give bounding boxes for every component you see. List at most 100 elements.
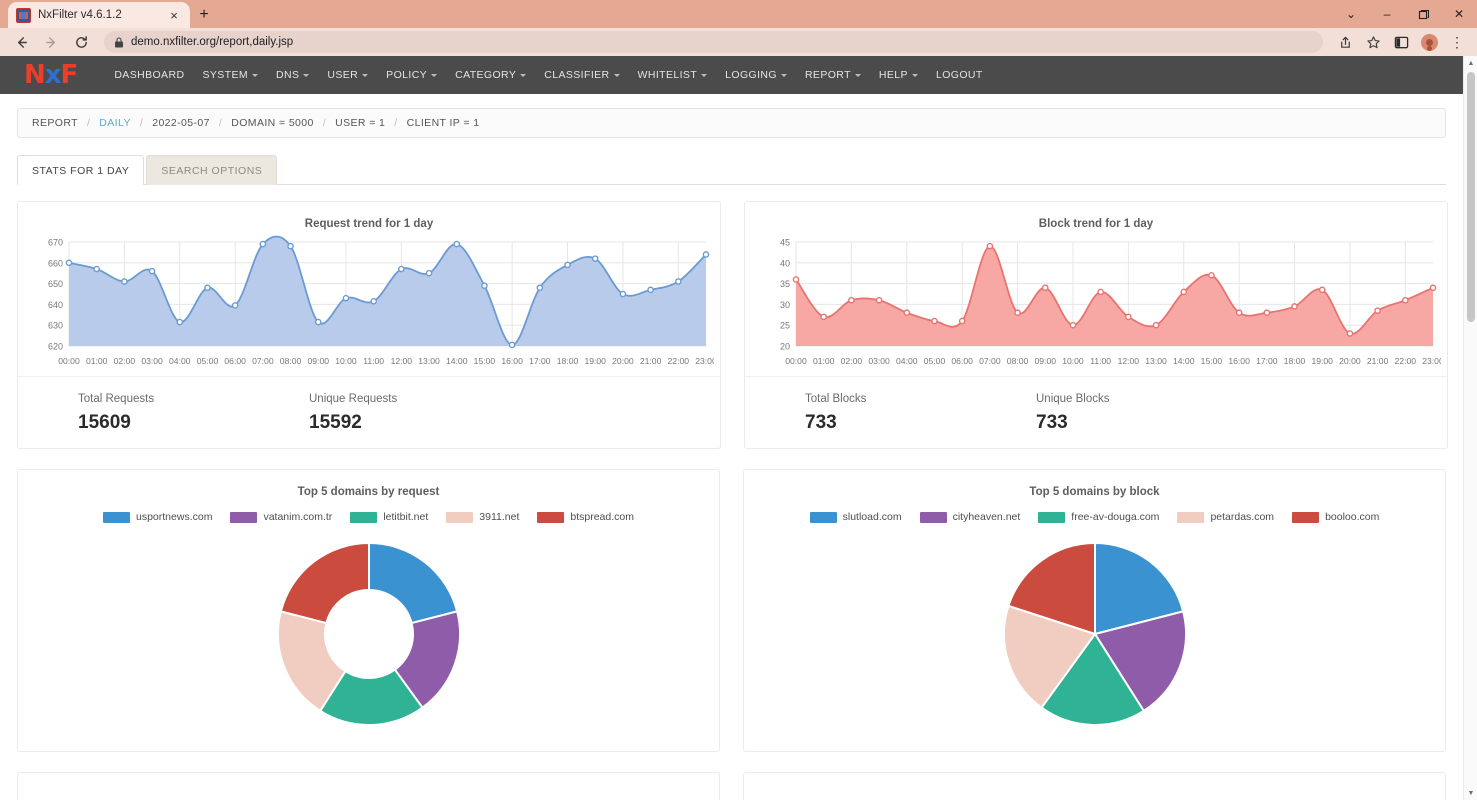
side-panel-icon[interactable] — [1389, 30, 1413, 54]
svg-text:17:00: 17:00 — [1256, 356, 1278, 366]
stat-total-blocks: Total Blocks 733 — [805, 393, 1036, 434]
close-tab-icon[interactable]: × — [166, 7, 182, 23]
svg-text:06:00: 06:00 — [224, 356, 246, 366]
nav-item-report[interactable]: REPORT — [796, 69, 870, 81]
legend-label: 3911.net — [479, 511, 520, 523]
legend-item[interactable]: free-av-douga.com — [1038, 511, 1159, 523]
tab-search-options[interactable]: SEARCH OPTIONS — [146, 155, 278, 185]
svg-text:00:00: 00:00 — [785, 356, 807, 366]
address-bar[interactable]: demo.nxfilter.org/report,daily.jsp — [104, 31, 1323, 53]
nav-item-user[interactable]: USER — [318, 69, 377, 81]
stat-value: 15592 — [309, 412, 362, 433]
nav-item-whitelist[interactable]: WHITELIST — [629, 69, 717, 81]
svg-text:20:00: 20:00 — [612, 356, 634, 366]
svg-text:630: 630 — [48, 321, 63, 331]
legend-swatch — [230, 511, 258, 523]
stat-value: 15609 — [78, 412, 131, 433]
app-navbar: NxF DASHBOARD SYSTEM DNS USER POLICY CAT… — [0, 56, 1463, 94]
svg-text:09:00: 09:00 — [308, 356, 330, 366]
legend-label: free-av-douga.com — [1071, 511, 1160, 523]
legend-item[interactable]: vatanim.com.tr — [230, 511, 332, 523]
top-domains-block-pie — [1002, 541, 1187, 726]
scrollbar-thumb[interactable] — [1467, 72, 1475, 322]
page-content: NxF DASHBOARD SYSTEM DNS USER POLICY CAT… — [0, 56, 1463, 800]
share-icon[interactable] — [1333, 30, 1357, 54]
card-top-domains-by-block: Top 5 domains by block slutload.com cityh… — [743, 469, 1446, 752]
nav-item-dashboard[interactable]: DASHBOARD — [105, 69, 193, 81]
nav-item-policy[interactable]: POLICY — [377, 69, 446, 81]
bookmark-star-icon[interactable] — [1361, 30, 1385, 54]
nav-item-system[interactable]: SYSTEM — [193, 69, 267, 81]
legend-label: booloo.com — [1325, 511, 1380, 523]
chevron-down-icon — [780, 73, 787, 77]
nav-item-logging[interactable]: LOGGING — [716, 69, 796, 81]
svg-text:640: 640 — [48, 300, 63, 310]
breadcrumb-item-domain[interactable]: DOMAIN = 5000 — [231, 117, 314, 129]
breadcrumb-item-user[interactable]: USER = 1 — [335, 117, 385, 129]
maximize-window-icon[interactable] — [1405, 0, 1441, 28]
legend-swatch — [446, 511, 474, 523]
legend-item[interactable]: usportnews.com — [103, 511, 212, 523]
svg-text:05:00: 05:00 — [924, 356, 946, 366]
svg-text:09:00: 09:00 — [1035, 356, 1057, 366]
svg-text:14:00: 14:00 — [1173, 356, 1195, 366]
stat-unique-requests: Unique Requests 15592 — [309, 393, 540, 434]
chevron-down-icon — [303, 73, 310, 77]
nav-item-classifier[interactable]: CLASSIFIER — [535, 69, 628, 81]
breadcrumb-separator: / — [139, 117, 144, 129]
svg-text:16:00: 16:00 — [501, 356, 523, 366]
category-charts-row: Top 5 categories by request Top 5 catego… — [0, 752, 1463, 800]
top-domains-block-title: Top 5 domains by block — [1029, 486, 1160, 498]
page-scrollbar[interactable]: ▲ ▼ — [1463, 56, 1477, 800]
legend-swatch — [1038, 511, 1066, 523]
close-window-icon[interactable]: ✕ — [1441, 0, 1477, 28]
legend-swatch — [1177, 511, 1205, 523]
legend-item[interactable]: cityheaven.net — [919, 511, 1020, 523]
legend-item[interactable]: btspread.com — [537, 511, 634, 523]
scroll-down-icon[interactable]: ▼ — [1464, 786, 1477, 800]
legend-item[interactable]: petardas.com — [1177, 511, 1274, 523]
tab-search-icon[interactable]: ⌄ — [1333, 0, 1369, 28]
svg-text:670: 670 — [48, 238, 63, 248]
legend-item[interactable]: letitbit.net — [350, 511, 428, 523]
scroll-up-icon[interactable]: ▲ — [1464, 56, 1477, 70]
svg-text:03:00: 03:00 — [868, 356, 890, 366]
nav-item-category[interactable]: CATEGORY — [446, 69, 535, 81]
svg-text:16:00: 16:00 — [1228, 356, 1250, 366]
tab-stats-for-1-day[interactable]: STATS FOR 1 DAY — [17, 155, 145, 186]
back-button[interactable] — [8, 30, 34, 54]
nxfilter-logo[interactable]: NxF — [24, 62, 78, 88]
nav-item-help[interactable]: HELP — [870, 69, 927, 81]
legend-item[interactable]: 3911.net — [446, 511, 519, 523]
request-trend-svg: 620 630 640 650 660 670 00:00 01:00 02:00 03:00 04… — [48, 235, 714, 366]
card-top-categories-by-block: Top 5 categories by block — [743, 772, 1446, 800]
svg-text:11:00: 11:00 — [363, 356, 384, 366]
legend-swatch — [350, 511, 378, 523]
legend-item[interactable]: booloo.com — [1292, 511, 1379, 523]
block-trend-svg: 20 25 30 35 40 45 00:00 01:00 02:00 03:00 04:00 05:… — [780, 238, 1441, 367]
profile-avatar[interactable] — [1417, 30, 1441, 54]
nav-item-dns[interactable]: DNS — [267, 69, 318, 81]
breadcrumb-item-client-ip[interactable]: CLIENT IP = 1 — [407, 117, 480, 129]
breadcrumb-item-report[interactable]: REPORT — [32, 117, 78, 129]
svg-text:10:00: 10:00 — [1062, 356, 1084, 366]
svg-text:20:00: 20:00 — [1339, 356, 1361, 366]
breadcrumb-separator: / — [394, 117, 398, 129]
svg-text:03:00: 03:00 — [141, 356, 163, 366]
address-bar-url: demo.nxfilter.org/report,daily.jsp — [131, 36, 294, 48]
browser-menu-icon[interactable]: ⋮ — [1445, 30, 1469, 54]
card-top-domains-by-request: Top 5 domains by request usportnews.com v… — [17, 469, 720, 752]
minimize-window-icon[interactable]: – — [1369, 0, 1405, 28]
svg-text:18:00: 18:00 — [557, 356, 579, 366]
chevron-down-icon — [613, 73, 620, 77]
new-tab-button[interactable]: + — [190, 2, 218, 28]
reload-button[interactable] — [68, 30, 94, 54]
breadcrumb-item-date[interactable]: 2022-05-07 — [152, 117, 210, 129]
legend-item[interactable]: slutload.com — [809, 511, 902, 523]
breadcrumb-item-daily[interactable]: DAILY — [99, 117, 131, 129]
browser-tab[interactable]: NxFilter v4.6.1.2 × — [8, 2, 190, 28]
stat-label: Total Requests — [78, 393, 155, 405]
forward-button[interactable] — [38, 30, 64, 54]
stat-value: 733 — [805, 412, 837, 433]
nav-item-logout[interactable]: LOGOUT — [927, 69, 992, 81]
